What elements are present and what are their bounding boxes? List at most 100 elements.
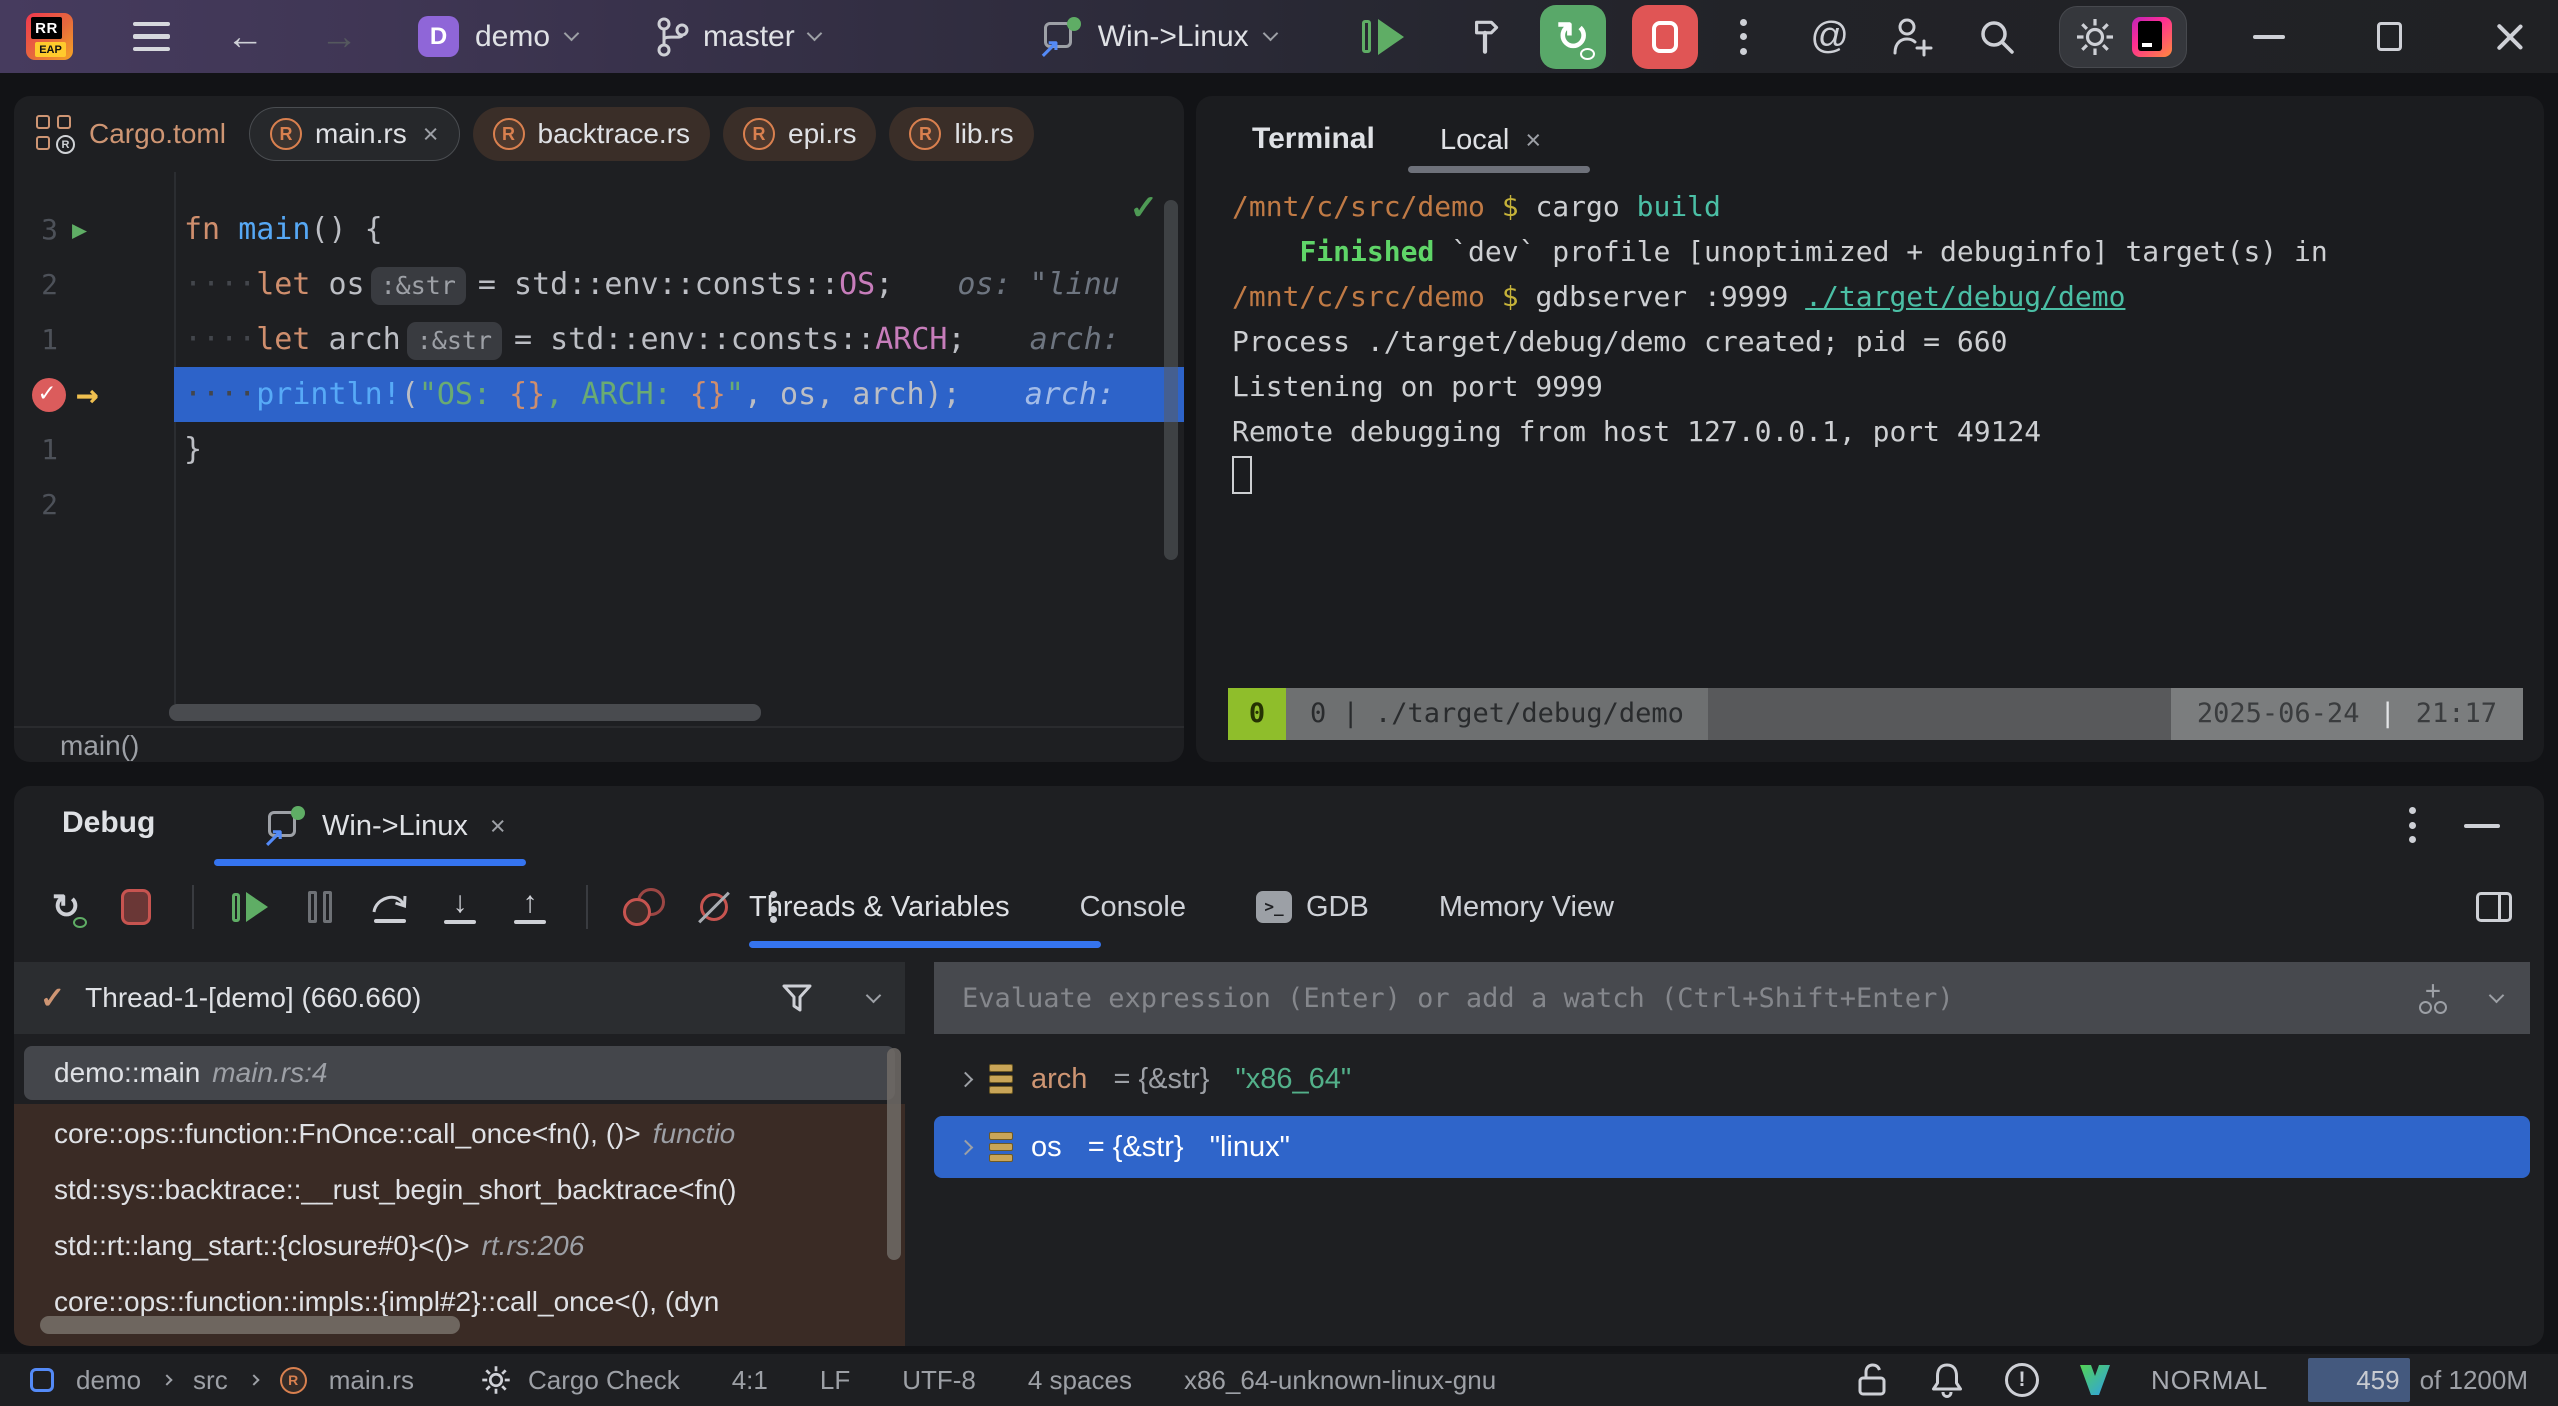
build-button[interactable] (1464, 16, 1506, 58)
step-into-icon[interactable]: ↓ (434, 881, 486, 933)
error-indicator-icon[interactable]: ! (2005, 1363, 2039, 1397)
frames-horizontal-scrollbar[interactable] (40, 1316, 460, 1334)
layout-settings-icon[interactable] (2476, 892, 2512, 922)
editor-breadcrumb[interactable]: main() (60, 730, 139, 762)
back-icon[interactable]: ← (226, 18, 264, 56)
breadcrumb-item[interactable]: src (193, 1365, 228, 1396)
hide-tool-window-icon[interactable] (2464, 824, 2500, 828)
editor-gutter[interactable]: 3▶ (14, 202, 174, 257)
debug-tab-console[interactable]: Console (1080, 891, 1186, 924)
terminal-output[interactable]: /mnt/c/src/demo $ cargo build Finished `… (1232, 184, 2536, 672)
code-line[interactable]: ✓→····println!("OS: {}, ARCH: {}", os, a… (14, 367, 1184, 422)
editor-gutter[interactable]: 2 (14, 257, 174, 312)
rust-file-icon: R (270, 118, 302, 150)
editor-tab-epi-rs[interactable]: Repi.rs (723, 107, 876, 161)
code-line[interactable]: 1} (14, 422, 1184, 477)
frames-vertical-scrollbar[interactable] (887, 1048, 901, 1260)
breadcrumb-item[interactable]: demo (76, 1365, 141, 1396)
maximize-button[interactable] (2377, 22, 2402, 51)
mute-breakpoints-icon[interactable] (688, 881, 740, 933)
settings-gear-icon[interactable] (2074, 16, 2116, 58)
code-line[interactable]: 3▶fn main() { (14, 202, 1184, 257)
code-editor[interactable]: 3▶fn main() {2····let os:&str= std::env:… (14, 172, 1184, 704)
stack-frame[interactable]: std::sys::backtrace::__rust_begin_short_… (14, 1162, 905, 1218)
editor-gutter[interactable]: ✓→ (14, 367, 174, 422)
stack-frame[interactable]: std::rt::lang_start::{closure#0}<()> rt.… (14, 1218, 905, 1274)
step-over-icon[interactable] (364, 881, 416, 933)
status-item-4-1[interactable]: 4:1 (732, 1365, 768, 1396)
resume-button[interactable] (1362, 19, 1404, 55)
editor-tab-cargo-toml[interactable]: RCargo.toml (36, 115, 226, 153)
forward-icon[interactable]: → (320, 18, 358, 56)
filter-icon[interactable] (780, 981, 814, 1015)
chevron-down-icon[interactable] (2489, 987, 2505, 1003)
more-actions-icon[interactable] (1740, 16, 1747, 58)
close-icon[interactable]: × (490, 811, 506, 842)
view-breakpoints-icon[interactable] (618, 881, 670, 933)
status-item-x86-64-unknown-linux-gnu[interactable]: x86_64-unknown-linux-gnu (1184, 1365, 1496, 1396)
variable-row[interactable]: arch = {&str} "x86_64" (934, 1048, 2530, 1110)
ai-assistant-icon[interactable]: @ (1810, 15, 1849, 58)
status-item-4-spaces[interactable]: 4 spaces (1028, 1365, 1132, 1396)
vim-icon[interactable] (2079, 1364, 2111, 1396)
close-button[interactable] (2494, 20, 2526, 54)
code-line[interactable]: 2····let os:&str= std::env::consts::OS;o… (14, 257, 1184, 312)
stack-frame[interactable]: demo::main main.rs:4 (24, 1046, 895, 1100)
close-icon[interactable]: × (423, 119, 439, 150)
memory-indicator[interactable]: 459 of 1200M (2308, 1358, 2528, 1402)
editor-tab-lib-rs[interactable]: Rlib.rs (889, 107, 1033, 161)
close-icon[interactable]: × (1525, 125, 1541, 156)
terminal-tab-local[interactable]: Local × (1440, 124, 1541, 157)
run-config-selector[interactable]: ↗ Win->Linux (1042, 17, 1276, 57)
pause-icon[interactable] (294, 881, 346, 933)
project-icon: D (418, 16, 459, 57)
editor-gutter[interactable]: 2 (14, 477, 174, 532)
branch-selector[interactable]: master (655, 16, 820, 58)
jetbrains-ai-icon[interactable] (2132, 17, 2172, 57)
project-selector[interactable]: D demo (418, 16, 577, 57)
stop-button[interactable] (1632, 5, 1698, 69)
editor-vertical-scrollbar[interactable] (1164, 200, 1178, 560)
chevron-down-icon[interactable] (866, 987, 882, 1003)
code-line[interactable]: 2 (14, 477, 1184, 532)
status-item-utf-8[interactable]: UTF-8 (902, 1365, 976, 1396)
run-line-icon[interactable]: ▶ (72, 202, 87, 257)
variable-row[interactable]: os = {&str} "linux" (934, 1116, 2530, 1178)
editor-tab-main-rs[interactable]: Rmain.rs× (249, 107, 460, 161)
search-icon[interactable] (1977, 17, 2017, 57)
breakpoint-icon[interactable]: ✓ (32, 378, 66, 412)
rerun-debug-icon[interactable]: ↻ (40, 881, 92, 933)
expand-chevron-icon[interactable] (958, 1071, 974, 1087)
resume-icon[interactable] (224, 881, 276, 933)
status-datetime: 2025-06-24 | 21:17 (2171, 688, 2523, 740)
thread-selector[interactable]: ✓ Thread-1-[demo] (660.660) (14, 962, 905, 1034)
expand-chevron-icon[interactable] (958, 1139, 974, 1155)
debug-tab-threads-variables[interactable]: Threads & Variables (749, 891, 1010, 924)
editor-gutter[interactable]: 1 (14, 422, 174, 477)
debug-tab-gdb[interactable]: >_GDB (1256, 891, 1369, 924)
debug-tab-memory-view[interactable]: Memory View (1439, 891, 1614, 924)
minimize-button[interactable] (2253, 35, 2285, 39)
lock-open-icon[interactable] (1855, 1361, 1889, 1399)
editor-horizontal-scrollbar[interactable] (169, 704, 761, 721)
add-watch-icon[interactable]: !+ (2419, 983, 2447, 1014)
settings-group[interactable] (2059, 6, 2187, 68)
stack-frame[interactable]: core::ops::function::FnOnce::call_once<f… (14, 1106, 905, 1162)
notifications-bell-icon[interactable] (1929, 1361, 1965, 1399)
step-out-icon[interactable]: ↑ (504, 881, 556, 933)
vim-mode-indicator[interactable]: NORMAL (2151, 1365, 2268, 1396)
stop-icon[interactable] (110, 881, 162, 933)
code-with-me-icon[interactable] (1891, 16, 1935, 58)
status-item-cargo-check[interactable]: Cargo Check (528, 1365, 680, 1396)
status-item-lf[interactable]: LF (820, 1365, 850, 1396)
main-menu-icon[interactable] (133, 22, 170, 52)
evaluate-expression-input[interactable]: Evaluate expression (Enter) or add a wat… (934, 962, 2530, 1034)
debug-session-tab[interactable]: ↗ Win->Linux × (266, 786, 506, 866)
rerun-debug-button[interactable]: ↻ (1540, 5, 1606, 69)
rustrover-logo[interactable]: RR EAP (26, 13, 73, 60)
breadcrumb-item[interactable]: main.rs (329, 1365, 414, 1396)
editor-gutter[interactable]: 1 (14, 312, 174, 367)
more-icon[interactable] (2409, 804, 2416, 846)
code-line[interactable]: 1····let arch:&str= std::env::consts::AR… (14, 312, 1184, 367)
editor-tab-backtrace-rs[interactable]: Rbacktrace.rs (473, 107, 711, 161)
